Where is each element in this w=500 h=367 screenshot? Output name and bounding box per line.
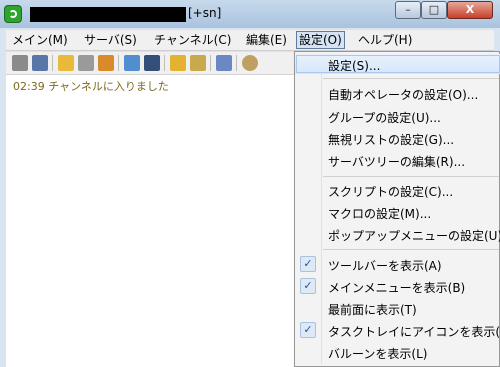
menu-item-settings[interactable]: 設定(S)... xyxy=(295,54,500,74)
menu-item-label: 設定(S)... xyxy=(328,59,381,73)
app-window: [+sn] – □ X メイン(M) サーバ(S) チャンネル(C) 編集(E)… xyxy=(0,0,500,367)
menu-server[interactable]: サーバ(S) xyxy=(82,32,139,48)
log-line: 02:39 チャンネルに入りました xyxy=(13,80,169,93)
edit-icon[interactable] xyxy=(190,55,206,71)
menu-item-macro[interactable]: マクロの設定(M)... xyxy=(295,202,500,222)
menu-item-label: スクリプトの設定(C)... xyxy=(328,185,454,199)
search-icon[interactable] xyxy=(242,55,258,71)
window-title-suffix: [+sn] xyxy=(188,6,222,20)
settings-dropdown-menu: 設定(S)... 自動オペレータの設定(O)... グループの設定(U)... … xyxy=(294,51,500,367)
toolbar-separator xyxy=(118,55,119,71)
menu-separator xyxy=(323,78,499,79)
menu-item-script[interactable]: スクリプトの設定(C)... xyxy=(295,180,500,200)
lock-icon[interactable] xyxy=(170,55,186,71)
toolbar-separator xyxy=(236,55,237,71)
menu-item-show-balloon[interactable]: バルーンを表示(L) xyxy=(295,342,500,362)
toolbar-separator xyxy=(164,55,165,71)
menu-item-label: 自動オペレータの設定(O)... xyxy=(328,88,479,102)
menu-item-label: バルーンを表示(L) xyxy=(328,347,428,361)
menu-item-server-tree[interactable]: サーバツリーの編集(R)... xyxy=(295,150,500,170)
menu-channel[interactable]: チャンネル(C) xyxy=(152,32,233,48)
app-icon[interactable] xyxy=(4,5,22,23)
menu-item-popup-menu[interactable]: ポップアップメニューの設定(U) xyxy=(295,224,500,244)
connect-icon[interactable] xyxy=(32,55,48,71)
menu-separator xyxy=(323,176,499,177)
menu-item-auto-operator[interactable]: 自動オペレータの設定(O)... xyxy=(295,83,500,103)
toolbar-separator xyxy=(52,55,53,71)
menu-separator xyxy=(323,249,499,250)
menu-main[interactable]: メイン(M) xyxy=(10,32,70,48)
monitor-icon[interactable] xyxy=(124,55,140,71)
help-monitor-icon[interactable] xyxy=(144,55,160,71)
menu-item-show-main-menu[interactable]: ✓ メインメニューを表示(B) xyxy=(295,276,500,296)
checklist-icon[interactable] xyxy=(216,55,232,71)
menu-item-ignore-list[interactable]: 無視リストの設定(G)... xyxy=(295,128,500,148)
menu-item-label: タスクトレイにアイコンを表示( xyxy=(328,325,500,339)
menu-settings[interactable]: 設定(O) xyxy=(296,31,345,49)
menu-item-label: サーバツリーの編集(R)... xyxy=(328,155,466,169)
menu-item-label: メインメニューを表示(B) xyxy=(328,281,466,295)
disconnect-icon[interactable] xyxy=(12,55,28,71)
menu-edit[interactable]: 編集(E) xyxy=(244,32,289,48)
menu-item-group[interactable]: グループの設定(U)... xyxy=(295,106,500,126)
channel-leave-icon[interactable] xyxy=(78,55,94,71)
menu-item-tray-icon[interactable]: ✓ タスクトレイにアイコンを表示( xyxy=(295,320,500,340)
menu-item-label: 最前面に表示(T) xyxy=(328,303,417,317)
menu-item-show-toolbar[interactable]: ✓ ツールバーを表示(A) xyxy=(295,254,500,274)
menu-item-label: マクロの設定(M)... xyxy=(328,207,432,221)
folder-icon[interactable] xyxy=(58,55,74,71)
title-bar[interactable]: [+sn] – □ X xyxy=(0,0,500,28)
menu-help[interactable]: ヘルプ(H) xyxy=(356,32,414,48)
close-button[interactable]: X xyxy=(447,1,493,19)
menu-item-always-on-top[interactable]: 最前面に表示(T) xyxy=(295,298,500,318)
check-icon: ✓ xyxy=(300,278,316,294)
menu-item-label: ポップアップメニューの設定(U) xyxy=(328,229,500,243)
channel-list-icon[interactable] xyxy=(98,55,114,71)
menu-bar: メイン(M) サーバ(S) チャンネル(C) 編集(E) 設定(O) ヘルプ(H… xyxy=(6,30,494,51)
redacted-title xyxy=(30,7,186,22)
toolbar-separator xyxy=(210,55,211,71)
maximize-button[interactable]: □ xyxy=(421,1,447,19)
check-icon: ✓ xyxy=(300,322,316,338)
menu-item-label: グループの設定(U)... xyxy=(328,111,441,125)
check-icon: ✓ xyxy=(300,256,316,272)
menu-item-label: ツールバーを表示(A) xyxy=(328,259,442,273)
minimize-button[interactable]: – xyxy=(395,1,421,19)
menu-item-label: 無視リストの設定(G)... xyxy=(328,133,455,147)
